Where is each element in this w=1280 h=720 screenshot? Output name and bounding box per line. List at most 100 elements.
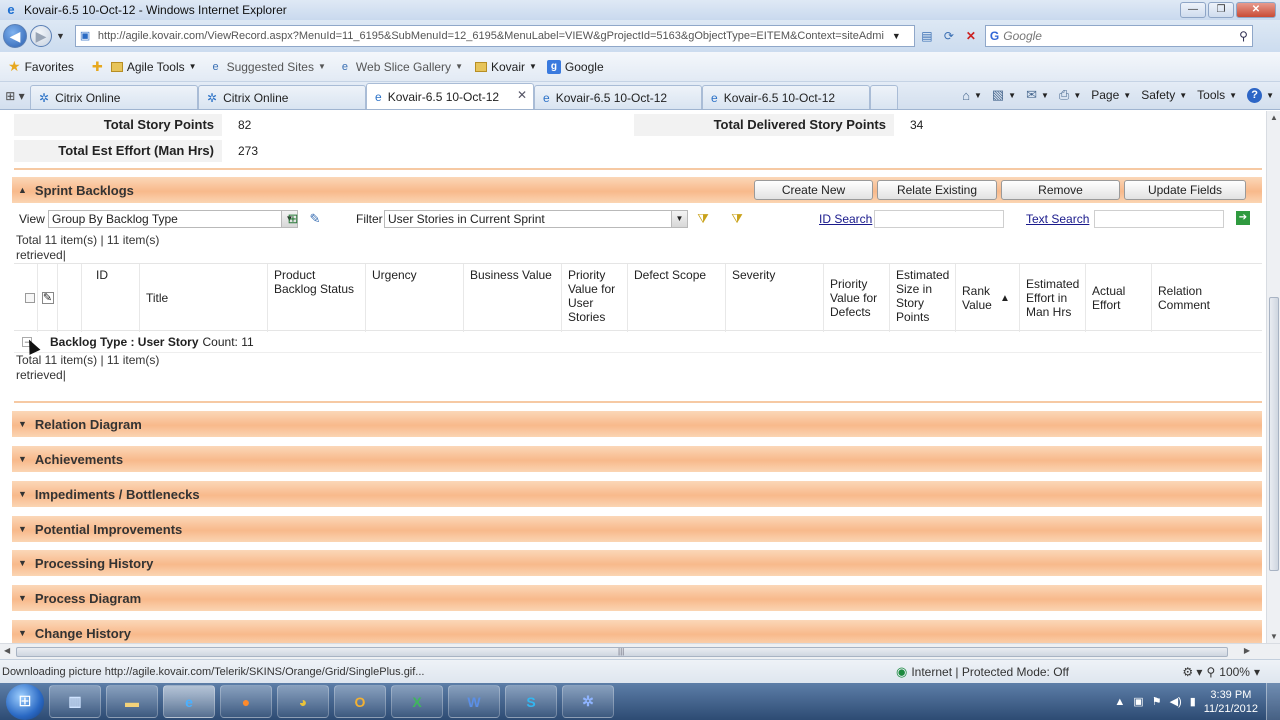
expand-arrow-icon[interactable]: ▼ [18,628,27,638]
col-header-business-value[interactable]: Business Value [464,264,562,332]
fav-google[interactable]: g Google [546,59,604,74]
change-history-header[interactable]: ▼ Change History [12,620,1262,643]
relate-existing-button[interactable]: Relate Existing [877,180,997,200]
favorites-button[interactable]: ★ Favorites [8,58,74,75]
relation-diagram-header[interactable]: ▼ Relation Diagram [12,411,1262,437]
scroll-right-icon[interactable]: ▶ [1244,646,1250,655]
tab-citrix-online-2[interactable]: ✲ Citrix Online [198,85,366,109]
select-all-checkbox[interactable] [25,293,35,303]
tools-menu[interactable]: Tools ▼ [1197,88,1237,102]
col-header-estimated-size[interactable]: Estimated Size in Story Points [890,264,956,332]
text-search-link[interactable]: Text Search [1026,212,1089,226]
print-button[interactable]: ⎙ ▼ [1059,87,1081,103]
close-window-button[interactable]: ✕ [1236,2,1276,18]
fav-agile-tools[interactable]: Agile Tools ▼ [110,60,197,74]
close-tab-icon[interactable]: ✕ [517,88,527,102]
tab-kovair-3[interactable]: e Kovair-6.5 10-Oct-12 [702,85,870,109]
col-header-product-backlog-status[interactable]: Product Backlog Status [268,264,366,332]
clock[interactable]: 3:39 PM 11/21/2012 [1204,688,1258,716]
search-go-icon[interactable]: ➔ [1236,211,1250,225]
scroll-down-icon[interactable]: ▼ [1270,632,1278,641]
expand-arrow-icon[interactable]: ▼ [18,593,27,603]
tab-citrix-online-1[interactable]: ✲ Citrix Online [30,85,198,109]
maximize-button[interactable]: ❐ [1208,2,1234,18]
scroll-left-icon[interactable]: ◀ [4,646,10,655]
expand-arrow-icon[interactable]: ▼ [18,489,27,499]
col-header-relation-comment[interactable]: Relation Comment [1152,264,1262,332]
recent-pages-dropdown[interactable]: ▼ [56,31,65,41]
forward-button[interactable]: ▶ [30,25,52,47]
taskbar-outlook-icon[interactable]: O [334,685,386,718]
scroll-up-icon[interactable]: ▲ [1270,113,1278,122]
taskbar-word-icon[interactable]: W [448,685,500,718]
id-search-input[interactable] [874,210,1004,228]
back-button[interactable]: ◀ [3,24,27,48]
power-icon[interactable]: ▮ [1190,695,1196,708]
col-header-priority-defects[interactable]: Priority Value for Defects [824,264,890,332]
collapse-arrow-icon[interactable]: ▲ [18,185,27,195]
mail-button[interactable]: ✉ ▼ [1026,87,1049,103]
expand-arrow-icon[interactable]: ▼ [18,558,27,568]
url-field[interactable]: ▣ http://agile.kovair.com/ViewRecord.asp… [74,25,915,47]
text-search-input[interactable] [1094,210,1224,228]
home-button[interactable]: ⌂ ▼ [962,88,982,103]
col-header-rank-value[interactable]: Rank Value ▲ [956,264,1020,332]
volume-icon[interactable]: ◀) [1170,695,1182,708]
remove-button[interactable]: Remove [1001,180,1120,200]
search-icon[interactable]: ⚲ [1239,29,1248,43]
safety-menu[interactable]: Safety ▼ [1141,88,1187,102]
stop-icon[interactable]: ✕ [961,26,981,46]
tab-kovair-active[interactable]: e Kovair-6.5 10-Oct-12 ✕ [366,83,534,109]
fav-web-slice-gallery[interactable]: e Web Slice Gallery ▼ [338,57,463,77]
create-new-button[interactable]: Create New [754,180,873,200]
new-tab-button[interactable] [870,85,898,109]
view-select[interactable]: Group By Backlog Type ▼ [48,210,298,228]
compatibility-view-icon[interactable]: ▤ [917,26,937,46]
security-zone[interactable]: ◉ Internet | Protected Mode: Off [896,664,1069,680]
fav-kovair[interactable]: Kovair ▼ [474,60,537,74]
edit-filter-icon[interactable]: ⧩ [728,211,746,227]
vertical-scroll-thumb[interactable] [1269,297,1279,571]
taskbar-firefox-icon[interactable]: ● [220,685,272,718]
col-header-priority-user-stories[interactable]: Priority Value for User Stories [562,264,628,332]
taskbar-excel-icon[interactable]: X [391,685,443,718]
expand-arrow-icon[interactable]: ▼ [18,524,27,534]
fav-suggested-sites[interactable]: e Suggested Sites ▼ [209,57,326,77]
apply-filter-icon[interactable]: ⧩ [694,211,712,227]
filter-select[interactable]: User Stories in Current Sprint ▼ [384,210,688,228]
impediments-header[interactable]: ▼ Impediments / Bottlenecks [12,481,1262,507]
achievements-header[interactable]: ▼ Achievements [12,446,1262,472]
show-desktop-button[interactable] [1266,683,1280,720]
flag-icon[interactable]: ⚑ [1152,695,1162,708]
id-search-link[interactable]: ID Search [819,212,872,226]
refresh-icon[interactable]: ⟳ [939,26,959,46]
help-menu[interactable]: ? ▼ [1247,87,1274,103]
tab-kovair-2[interactable]: e Kovair-6.5 10-Oct-12 [534,85,702,109]
taskbar-library-icon[interactable]: ▥ [49,685,101,718]
potential-improvements-header[interactable]: ▼ Potential Improvements [12,516,1262,542]
col-header-actual-effort[interactable]: Actual Effort [1086,264,1152,332]
taskbar-chrome-icon[interactable]: ◕ [277,685,329,718]
search-placeholder[interactable]: Google [1003,29,1239,43]
zoom-control[interactable]: ⚙ ▾ ⚲ 100% ▾ [1182,665,1260,679]
process-diagram-header[interactable]: ▼ Process Diagram [12,585,1262,611]
processing-history-header[interactable]: ▼ Processing History [12,550,1262,576]
network-icon[interactable]: ▣ [1133,695,1143,708]
col-header-defect-scope[interactable]: Defect Scope [628,264,726,332]
search-box[interactable]: G Google ⚲ [984,25,1253,47]
vertical-scrollbar[interactable]: ▲ ▼ [1266,111,1280,643]
col-header-id[interactable]: ID [82,264,140,332]
taskbar-skype-icon[interactable]: S [505,685,557,718]
horizontal-scrollbar[interactable]: ◀ ||| ▶ [0,643,1280,659]
minimize-button[interactable]: — [1180,2,1206,18]
add-view-icon[interactable]: ⊞ [284,211,302,227]
tray-expand-icon[interactable]: ▲ [1114,696,1125,708]
expand-arrow-icon[interactable]: ▼ [18,419,27,429]
url-text[interactable]: http://agile.kovair.com/ViewRecord.aspx?… [98,30,888,42]
update-fields-button[interactable]: Update Fields [1124,180,1246,200]
col-header-urgency[interactable]: Urgency [366,264,464,332]
start-button[interactable]: ⊞ [6,683,44,720]
col-header-estimated-effort[interactable]: Estimated Effort in Man Hrs [1020,264,1086,332]
taskbar-ie-icon[interactable]: e [163,685,215,718]
page-menu[interactable]: Page ▼ [1091,88,1131,102]
